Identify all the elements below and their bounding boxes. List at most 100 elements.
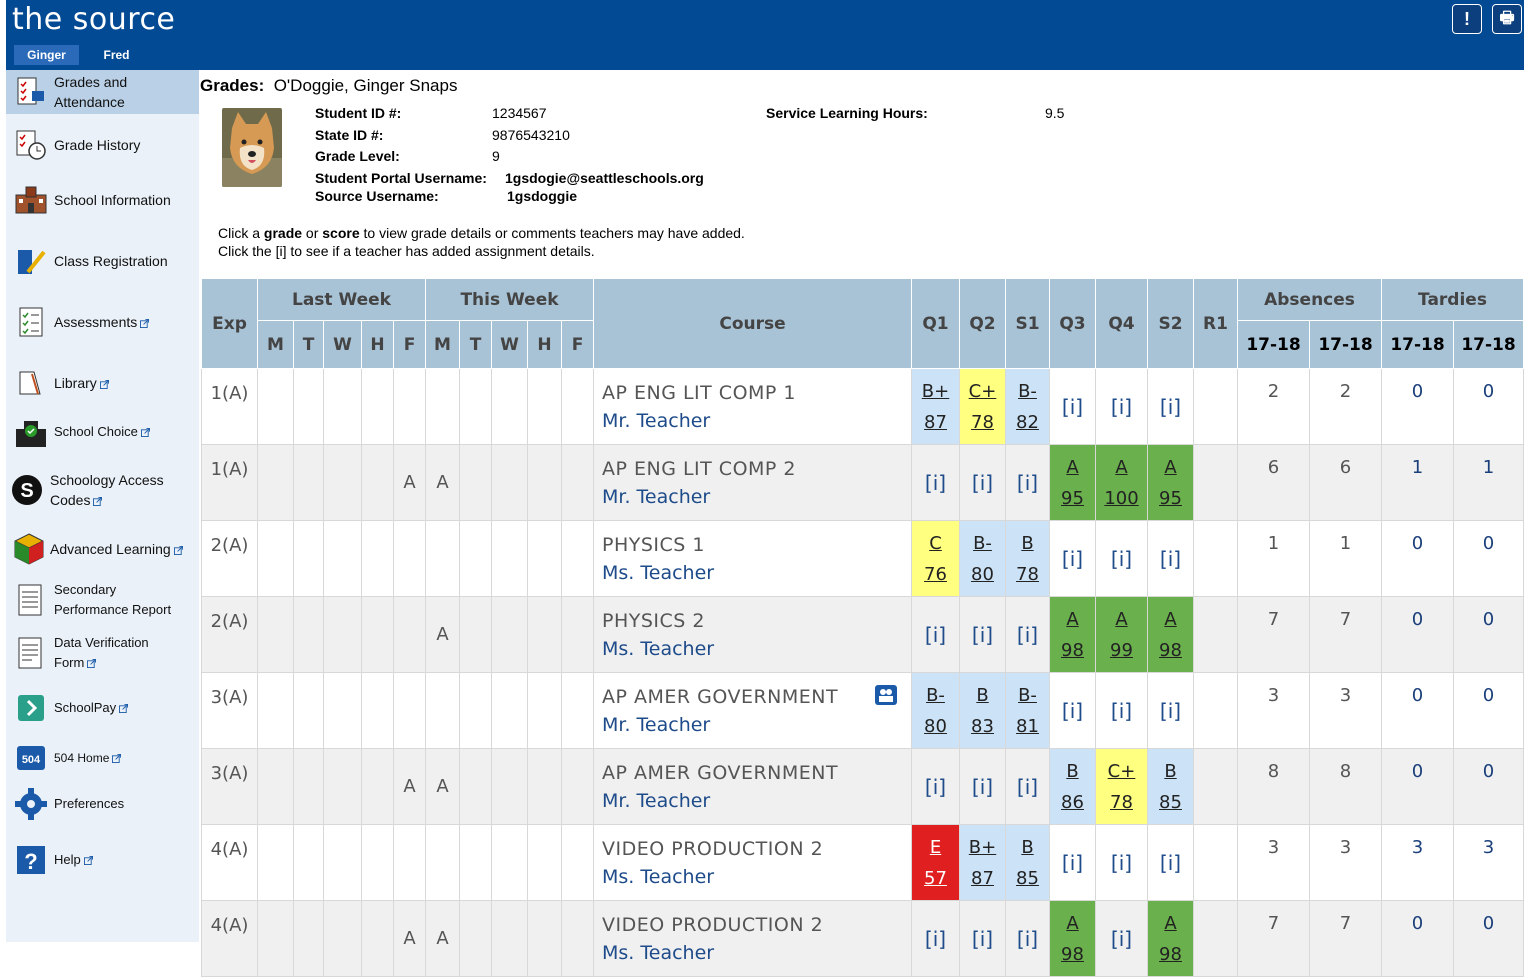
score-link[interactable]: 78: [1006, 559, 1049, 590]
teacher-name[interactable]: Ms. Teacher: [602, 866, 911, 888]
score-link[interactable]: 57: [912, 863, 959, 894]
grade-link[interactable]: A: [1050, 604, 1095, 635]
absences-value[interactable]: 3: [1309, 672, 1382, 749]
tardies-value[interactable]: 0: [1453, 368, 1524, 445]
sidebar-item-preferences[interactable]: Preferences: [6, 786, 199, 822]
score-link[interactable]: 99: [1096, 635, 1147, 666]
info-link[interactable]: [i]: [925, 471, 946, 495]
grade-link[interactable]: A: [1148, 604, 1193, 635]
sidebar-item-grades-attendance[interactable]: Grades and Attendance: [6, 70, 199, 114]
score-link[interactable]: 98: [1050, 635, 1095, 666]
sidebar-item-class-registration[interactable]: Class Registration: [6, 241, 199, 281]
people-icon[interactable]: [875, 685, 897, 705]
tardies-value[interactable]: 0: [1381, 900, 1454, 977]
tardies-value[interactable]: 0: [1453, 672, 1524, 749]
score-link[interactable]: 98: [1148, 939, 1193, 970]
absences-value[interactable]: 8: [1309, 748, 1382, 825]
grade-link[interactable]: A: [1050, 908, 1095, 939]
info-link[interactable]: [i]: [1017, 471, 1038, 495]
grade-link[interactable]: B-: [960, 528, 1005, 559]
grade-link[interactable]: B-: [1006, 680, 1049, 711]
teacher-name[interactable]: Mr. Teacher: [602, 486, 911, 508]
absences-value[interactable]: 7: [1309, 900, 1382, 977]
info-link[interactable]: [i]: [1111, 927, 1132, 951]
grade-link[interactable]: B-: [1006, 376, 1049, 407]
tardies-value[interactable]: 0: [1381, 368, 1454, 445]
info-link[interactable]: [i]: [1017, 775, 1038, 799]
info-link[interactable]: [i]: [972, 927, 993, 951]
score-link[interactable]: 98: [1050, 939, 1095, 970]
score-link[interactable]: 83: [960, 711, 1005, 742]
info-link[interactable]: [i]: [972, 623, 993, 647]
info-link[interactable]: [i]: [972, 471, 993, 495]
sidebar-item-advanced-learning[interactable]: Advanced Learning: [6, 529, 199, 569]
print-button[interactable]: 🖶: [1492, 4, 1522, 34]
tardies-value[interactable]: 0: [1453, 900, 1524, 977]
absences-value[interactable]: 2: [1237, 368, 1310, 445]
absences-value[interactable]: 3: [1237, 672, 1310, 749]
tardies-value[interactable]: 0: [1381, 672, 1454, 749]
sidebar-item-assessments[interactable]: Assessments: [6, 302, 199, 342]
score-link[interactable]: 87: [960, 863, 1005, 894]
info-link[interactable]: [i]: [1111, 699, 1132, 723]
absences-value[interactable]: 7: [1237, 900, 1310, 977]
student-tab-ginger[interactable]: Ginger: [14, 45, 79, 65]
score-link[interactable]: 78: [1096, 787, 1147, 818]
sidebar-item-school-choice[interactable]: School Choice: [6, 412, 199, 452]
info-link[interactable]: [i]: [1111, 851, 1132, 875]
grade-link[interactable]: A: [1148, 908, 1193, 939]
info-link[interactable]: [i]: [925, 775, 946, 799]
info-link[interactable]: [i]: [1062, 395, 1083, 419]
absences-value[interactable]: 6: [1237, 444, 1310, 521]
grade-link[interactable]: C+: [1096, 756, 1147, 787]
grade-link[interactable]: E: [912, 832, 959, 863]
tardies-value[interactable]: 3: [1381, 824, 1454, 901]
grade-link[interactable]: C: [912, 528, 959, 559]
grade-link[interactable]: B: [1006, 528, 1049, 559]
info-link[interactable]: [i]: [1062, 547, 1083, 571]
info-link[interactable]: [i]: [1062, 851, 1083, 875]
score-link[interactable]: 95: [1148, 483, 1193, 514]
score-link[interactable]: 100: [1096, 483, 1147, 514]
grade-link[interactable]: B: [1148, 756, 1193, 787]
sidebar-item-grade-history[interactable]: Grade History: [6, 125, 199, 165]
info-link[interactable]: [i]: [1160, 699, 1181, 723]
grade-link[interactable]: B: [1050, 756, 1095, 787]
grade-link[interactable]: B: [1006, 832, 1049, 863]
sidebar-item-schoology[interactable]: S Schoology Access Codes: [6, 466, 199, 514]
sidebar-item-school-information[interactable]: School Information: [6, 180, 199, 220]
grade-link[interactable]: B-: [912, 680, 959, 711]
absences-value[interactable]: 8: [1237, 748, 1310, 825]
sidebar-item-secondary-performance-report[interactable]: Secondary Performance Report: [6, 578, 199, 622]
teacher-name[interactable]: Ms. Teacher: [602, 942, 911, 964]
sidebar-item-data-verification-form[interactable]: Data Verification Form: [6, 631, 199, 675]
grade-link[interactable]: C+: [960, 376, 1005, 407]
info-link[interactable]: [i]: [1160, 395, 1181, 419]
tardies-value[interactable]: 0: [1381, 748, 1454, 825]
tardies-value[interactable]: 0: [1453, 748, 1524, 825]
sidebar-item-schoolpay[interactable]: SchoolPay: [6, 690, 199, 726]
grade-link[interactable]: A: [1148, 452, 1193, 483]
absences-value[interactable]: 3: [1309, 824, 1382, 901]
score-link[interactable]: 76: [912, 559, 959, 590]
grade-link[interactable]: B: [960, 680, 1005, 711]
teacher-name[interactable]: Mr. Teacher: [602, 714, 911, 736]
tardies-value[interactable]: 0: [1453, 520, 1524, 597]
absences-value[interactable]: 3: [1237, 824, 1310, 901]
score-link[interactable]: 86: [1050, 787, 1095, 818]
grade-link[interactable]: A: [1050, 452, 1095, 483]
info-link[interactable]: [i]: [1111, 547, 1132, 571]
alert-button[interactable]: !: [1452, 4, 1482, 34]
score-link[interactable]: 78: [960, 407, 1005, 438]
teacher-name[interactable]: Mr. Teacher: [602, 410, 911, 432]
sidebar-item-library[interactable]: Library: [6, 363, 199, 403]
info-link[interactable]: [i]: [1160, 851, 1181, 875]
teacher-name[interactable]: Ms. Teacher: [602, 638, 911, 660]
info-link[interactable]: [i]: [1017, 623, 1038, 647]
tardies-value[interactable]: 0: [1381, 520, 1454, 597]
absences-value[interactable]: 7: [1309, 596, 1382, 673]
score-link[interactable]: 81: [1006, 711, 1049, 742]
tardies-value[interactable]: 0: [1453, 596, 1524, 673]
grade-link[interactable]: A: [1096, 604, 1147, 635]
info-link[interactable]: [i]: [1111, 395, 1132, 419]
